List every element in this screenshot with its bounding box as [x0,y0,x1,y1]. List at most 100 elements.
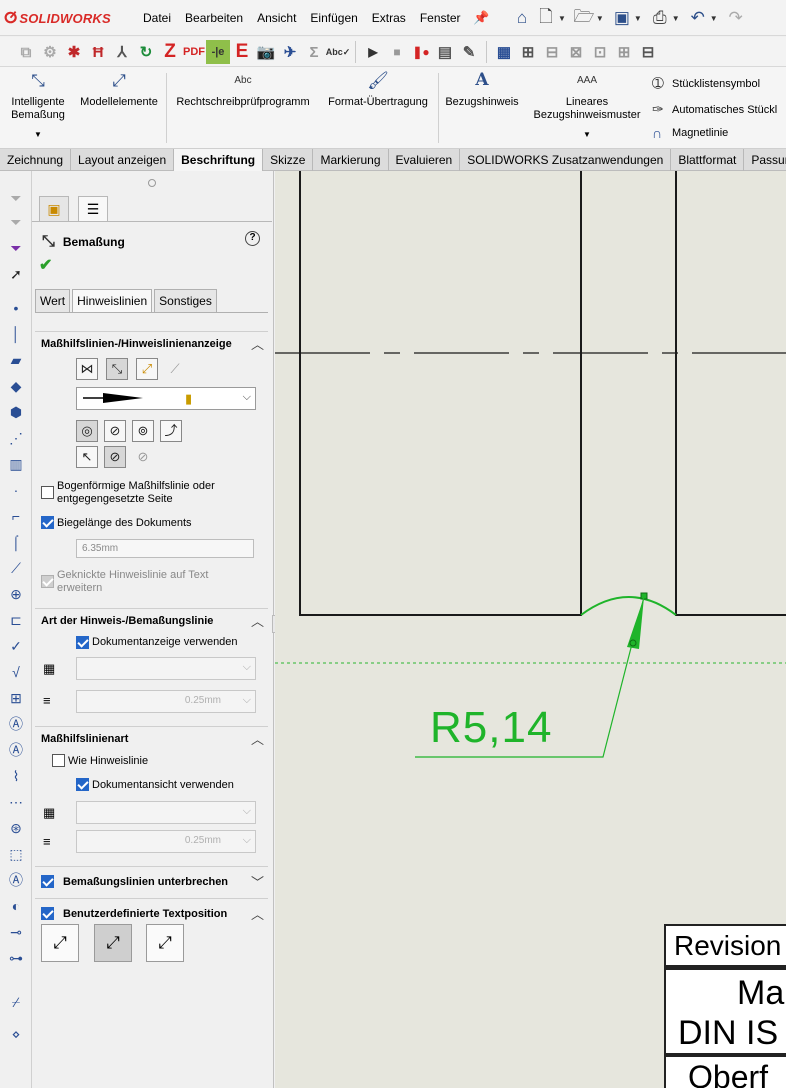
menu-fenster[interactable]: Fenster [420,11,461,25]
print-icon[interactable]: ⎙ [648,6,672,30]
open-leader-button[interactable]: ↖ [76,446,98,468]
table-row-icon[interactable]: ⊠ [564,40,588,64]
filter-cells-icon[interactable]: Ⓐ [5,869,27,891]
arc-extension-checkbox[interactable] [41,486,54,499]
tab-layout-anzeigen[interactable]: Layout anzeigen [71,149,175,171]
redo-icon[interactable]: ↷ [724,6,748,30]
save-dropdown-icon[interactable]: ▼ [634,14,642,23]
filter-datum-target-icon[interactable]: ⬚ [5,843,27,865]
filter-dowel-icon[interactable]: ⊛ [5,817,27,839]
filter-axes-icon[interactable]: ⋰ [5,427,27,449]
jog-leader-button[interactable]: ⊘ [104,446,126,468]
text-position-broken-leader-button[interactable]: ⤢ [94,924,132,962]
inside-arrows-button[interactable]: ⤡ [106,358,128,380]
text-position-solid-leader-button[interactable]: ⤢ [41,924,79,962]
model-items-button[interactable]: ⤢ Modellelemente [76,72,162,109]
filter-edges-icon[interactable]: │ [5,323,27,345]
leader-style-button[interactable]: ⟋ [164,358,186,380]
chevron-up-icon[interactable]: ︿ [251,729,264,748]
chevron-up-icon[interactable]: ︿ [251,904,264,923]
chevron-up-icon[interactable]: ︿ [251,334,264,353]
filter-planes-icon[interactable]: ▥ [5,453,27,475]
tab-skizze[interactable]: Skizze [263,149,314,171]
outside-arrows-button[interactable]: ⋈ [76,358,98,380]
arrow-style-select[interactable]: ▮ ⌵ [76,387,256,410]
open-file-dropdown-icon[interactable]: ▼ [596,14,604,23]
foreshortened-button[interactable]: ⤴ [160,420,182,442]
tab-zeichnung[interactable]: Zeichnung [0,149,72,171]
diameter-leader-button[interactable]: ⊘ [104,420,126,442]
new-file-icon[interactable]: 🗋 [534,6,558,30]
section-break-lines[interactable]: Bemaßungslinien unterbrechen ﹀ [35,866,268,896]
property-manager-tab[interactable]: ▣ [39,196,69,222]
macro-edit-icon[interactable]: ▤ [433,40,457,64]
pin-icon[interactable]: 📌 [473,10,489,26]
menu-ansicht[interactable]: Ansicht [257,11,296,25]
jog-leader-checkbox[interactable] [41,575,54,588]
line-style-select[interactable]: ⌵ [76,657,256,680]
filter-blocks-icon[interactable]: ⌇ [5,765,27,787]
bend-length-input[interactable]: 6.35mm [76,539,254,558]
table-insert-icon[interactable]: ⊟ [540,40,564,64]
rebuild-icon[interactable]: ↻ [134,40,158,64]
macro-new-icon[interactable]: ✎ [457,40,481,64]
format-painter-button[interactable]: 🖌 Format-Übertragung [322,72,434,109]
smart-dimension-dropdown-icon[interactable]: ▼ [4,128,72,141]
menu-bearbeiten[interactable]: Bearbeiten [185,11,243,25]
tools-icon[interactable]: ✈ [278,40,302,64]
select-arrow-icon[interactable]: ➚ [5,263,27,285]
drawing-canvas[interactable]: R5,14 Revision Ma DIN IS Oberf [275,171,786,1088]
filter-all-icon[interactable]: ⋄ [5,1023,27,1045]
subtab-hinweislinien[interactable]: Hinweislinien [72,289,153,312]
play-icon[interactable]: ▶ [361,40,385,64]
use-document-display-checkbox[interactable] [76,636,89,649]
solid-leader-button[interactable]: ⊘ [132,446,154,468]
home-icon[interactable]: ⌂ [510,6,534,30]
custom-text-position-checkbox[interactable] [41,907,54,920]
undo-dropdown-icon[interactable]: ▼ [710,14,718,23]
balloon-button[interactable]: ➀ Stücklistensymbol [652,75,760,92]
pdf-icon[interactable]: PDF [182,40,206,64]
bend-length-checkbox[interactable] [41,516,54,529]
spell-check-button[interactable]: Abc Rechtschreibprüfprogramm [172,74,314,109]
filter-icon[interactable]: ⏷ [5,187,27,209]
filter-midpoints-icon[interactable]: ⌠ [5,531,27,553]
tab-zusatzanwendungen[interactable]: SOLIDWORKS Zusatzanwendungen [460,149,672,171]
panel-grip[interactable] [148,179,156,187]
filter-surface-finish-icon[interactable]: ✓ [5,635,27,657]
filter-points-icon[interactable]: • [5,297,27,319]
subtab-wert[interactable]: Wert [35,289,71,312]
filter-sketch-segments-icon[interactable]: ⌐ [5,505,27,527]
filter-surfaces-icon[interactable]: ◆ [5,375,27,397]
title-block-surface[interactable]: Oberf [664,1055,786,1088]
table-extra-icon[interactable]: ⊟ [636,40,660,64]
text-position-horizontal-button[interactable]: ⤢ [146,924,184,962]
filter-solids-icon[interactable]: ⬢ [5,401,27,423]
magnetic-line-button[interactable]: ∩ Magnetlinie [652,125,728,141]
linear-note-pattern-dropdown-icon[interactable]: ▼ [528,128,646,141]
section-extension-line-style[interactable]: Maßhilfslinienart ︿ [35,726,268,748]
tab-beschriftung[interactable]: Beschriftung [174,149,264,171]
assembly-icon[interactable]: ⚙ [38,40,62,64]
section-witness-leader-display[interactable]: Maßhilfslinien-/Hinweislinienanzeige ︿ [35,331,268,353]
radius-leader-button[interactable]: ◎ [76,420,98,442]
filter-sketch-points-icon[interactable]: · [5,479,27,501]
e-line-icon[interactable]: -|e [206,40,230,64]
new-file-dropdown-icon[interactable]: ▼ [558,14,566,23]
filter-datum-icon[interactable]: Ⓐ [5,713,27,735]
ok-check-icon[interactable]: ✔ [39,255,52,275]
filter-centermarks-icon[interactable]: ⟋ [5,557,27,579]
camera-icon[interactable]: 📷 [254,40,278,64]
table-col-icon[interactable]: ⊡ [588,40,612,64]
menu-einfuegen[interactable]: Einfügen [310,11,357,25]
macro-icon[interactable]: ✱ [62,40,86,64]
filter-connection-icon[interactable]: ⊸ [5,921,27,943]
filter-notes-icon[interactable]: ⊞ [5,687,27,709]
line-thickness-select[interactable]: 0.25mm ⌵ [76,690,256,713]
smart-dimension-button[interactable]: ⤡ Intelligente Bemaßung ▼ [4,72,72,141]
use-document-view-checkbox[interactable] [76,778,89,791]
same-as-leader-checkbox[interactable] [52,754,65,767]
save-icon[interactable]: ▣ [610,6,634,30]
z-icon[interactable]: Z [158,40,182,64]
e-icon[interactable]: E [230,40,254,64]
